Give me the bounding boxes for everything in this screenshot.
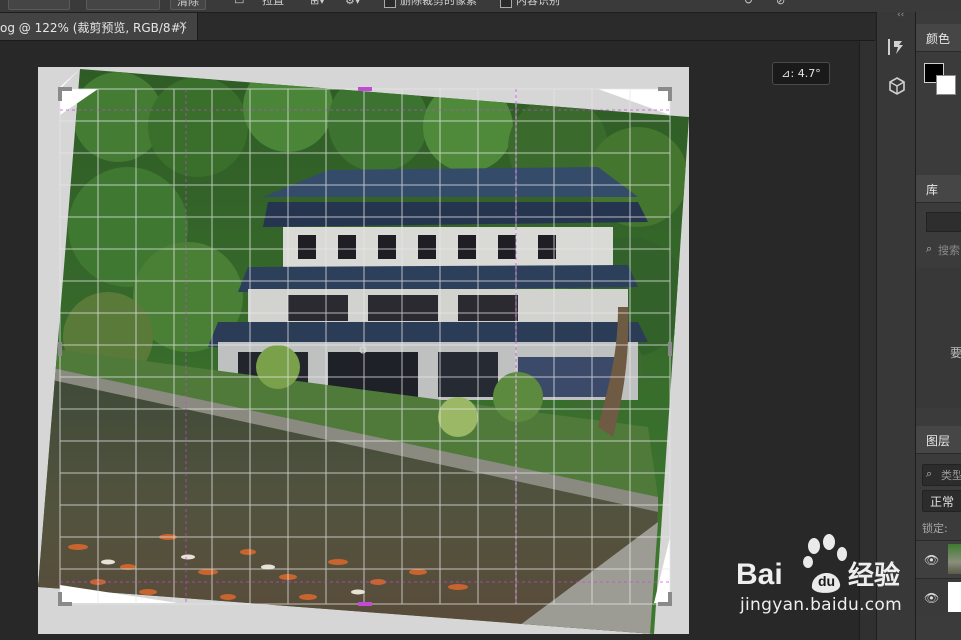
settings-gear-icon[interactable]: ⚙▾ (345, 0, 360, 8)
angle-readout: ⊿: 4.7° (772, 62, 830, 85)
tab-layers[interactable]: 图层 (916, 426, 961, 454)
svg-text:Bai: Bai (736, 558, 783, 591)
reset-icon[interactable]: ↺ (744, 0, 753, 8)
straighten-label[interactable]: 拉直 (262, 0, 284, 8)
content-aware-checkbox[interactable] (500, 0, 512, 8)
tab-library-label: 库 (926, 183, 939, 197)
layer-filter-type[interactable]: 类型 (941, 467, 961, 483)
straighten-icon[interactable]: ▭ (234, 0, 244, 8)
blend-mode-select[interactable]: 正常 (922, 490, 961, 512)
ratio-field[interactable] (8, 0, 70, 10)
collapse-panels-icon[interactable]: ‹‹ (897, 10, 904, 20)
library-content (916, 268, 961, 408)
background-color-swatch[interactable] (936, 75, 956, 95)
options-bar: 清除 ▭ 拉直 ⊞▾ ⚙▾ 删除裁剪的像素 内容识别 ↺ ⊘ (0, 0, 961, 13)
tab-library[interactable]: 库 (916, 175, 961, 203)
delete-cropped-checkbox[interactable] (384, 0, 396, 8)
delete-cropped-label: 删除裁剪的像素 (400, 0, 477, 7)
3d-cube-icon[interactable] (886, 75, 908, 97)
content-aware-label: 内容识别 (516, 0, 560, 7)
clear-button[interactable]: 清除 (170, 0, 206, 10)
svg-text:du: du (818, 573, 835, 589)
size-field[interactable] (86, 0, 160, 10)
tab-layers-label: 图层 (926, 434, 951, 448)
document-tab-title: og @ 122% (裁剪预览, RGB/8#) (0, 21, 186, 35)
tab-color-label: 颜色 (926, 32, 951, 46)
document-tab[interactable]: og @ 122% (裁剪预览, RGB/8#) × (0, 13, 198, 40)
library-hint-text: 要 (950, 346, 961, 360)
filter-search-icon: ⌕ (926, 467, 933, 480)
blend-mode-value: 正常 (930, 495, 955, 509)
crop-canvas[interactable] (38, 67, 689, 634)
library-select[interactable] (926, 212, 961, 232)
svg-text:经验: 经验 (848, 560, 900, 591)
search-icon: ⌕ (926, 242, 933, 255)
document-tab-bar: og @ 122% (裁剪预览, RGB/8#) × (0, 13, 875, 41)
history-icon[interactable] (886, 36, 908, 58)
layer-thumbnail (948, 582, 961, 612)
close-icon[interactable]: × (178, 18, 188, 32)
watermark-url: jingyan.baidu.com (740, 595, 902, 615)
library-search-input[interactable]: 搜索 (938, 242, 960, 258)
overlay-grid-icon[interactable]: ⊞▾ (310, 0, 325, 8)
layer-thumbnail (948, 544, 961, 574)
tab-color[interactable]: 颜色 (916, 24, 961, 52)
cancel-icon[interactable]: ⊘ (776, 0, 785, 8)
